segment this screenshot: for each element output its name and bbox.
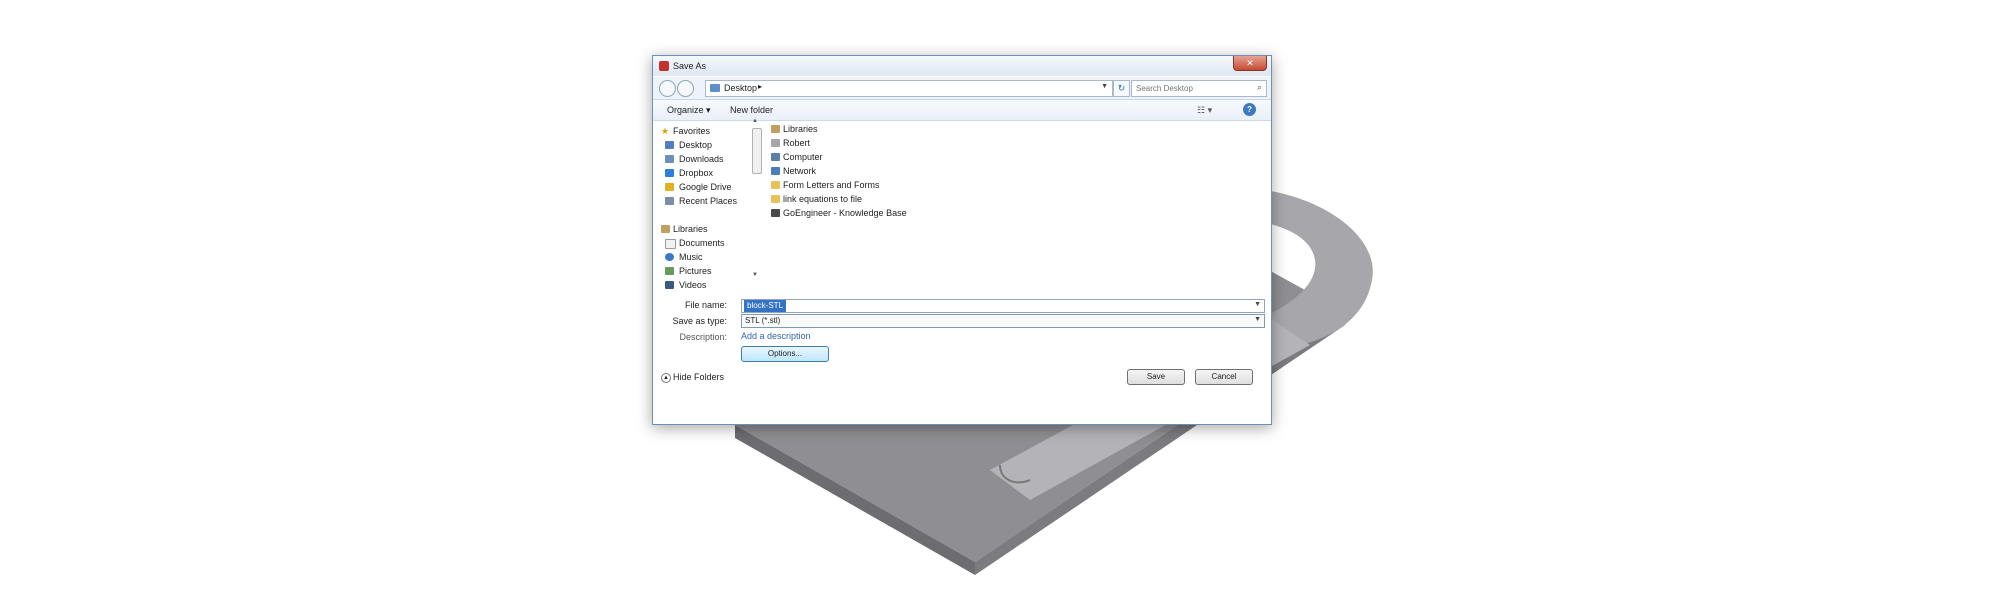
- list-item[interactable]: Network: [771, 166, 817, 176]
- scrollbar-thumb[interactable]: [752, 128, 762, 174]
- nav-item-label: Music: [679, 252, 703, 262]
- options-button[interactable]: Options...: [741, 346, 829, 362]
- scroll-up-arrow-icon[interactable]: ▲: [752, 118, 758, 124]
- hide-folders-label: Hide Folders: [673, 372, 725, 382]
- address-dropdown-icon[interactable]: ▼: [1101, 83, 1108, 90]
- solidworks-app-icon: [659, 61, 669, 71]
- list-item[interactable]: Robert: [771, 138, 811, 148]
- computer-icon: [771, 153, 780, 161]
- recent-places-icon: [665, 197, 674, 205]
- save-as-type-select[interactable]: STL (*.stl) ▼: [741, 314, 1265, 328]
- address-location[interactable]: Desktop: [724, 83, 757, 93]
- nav-item-label: Pictures: [679, 266, 712, 276]
- nav-scrollbar[interactable]: ▲ ▼: [751, 118, 762, 286]
- save-as-type-value: STL (*.stl): [745, 316, 781, 325]
- save-as-type-label: Save as type:: [672, 316, 727, 326]
- cancel-button[interactable]: Cancel: [1195, 369, 1253, 385]
- address-bar[interactable]: Desktop ▸ ▼: [705, 80, 1113, 97]
- libraries-icon: [771, 125, 780, 133]
- file-name-dropdown-icon[interactable]: ▼: [1254, 301, 1261, 308]
- list-item[interactable]: link equations to file: [771, 194, 863, 204]
- dropbox-icon: [665, 169, 674, 177]
- documents-icon: [665, 239, 676, 249]
- file-item-label: Computer: [783, 152, 823, 162]
- nav-item-music[interactable]: Music: [665, 252, 703, 262]
- scroll-down-arrow-icon[interactable]: ▼: [752, 272, 758, 278]
- desktop-icon: [665, 141, 674, 149]
- list-item[interactable]: Form Letters and Forms: [771, 180, 880, 190]
- nav-item-label: Desktop: [679, 140, 713, 150]
- breadcrumb-chevron-icon[interactable]: ▸: [758, 82, 762, 91]
- user-folder-icon: [771, 139, 780, 147]
- pictures-icon: [665, 267, 674, 275]
- file-item-label: Form Letters and Forms: [783, 180, 880, 190]
- nav-item-label: Documents: [679, 238, 725, 248]
- favorites-label: Favorites: [673, 126, 711, 136]
- star-icon: ★: [661, 126, 670, 136]
- nav-item-downloads[interactable]: Downloads: [665, 154, 724, 164]
- forward-button[interactable]: [677, 80, 694, 97]
- nav-item-dropbox[interactable]: Dropbox: [665, 168, 714, 178]
- nav-item-desktop[interactable]: Desktop: [665, 140, 713, 150]
- folder-icon: [771, 195, 780, 203]
- nav-item-label: Downloads: [679, 154, 724, 164]
- file-item-label: Libraries: [783, 124, 818, 134]
- dialog-title: Save As: [673, 61, 707, 71]
- close-button[interactable]: ✕: [1233, 56, 1267, 71]
- file-name-input[interactable]: block-STL ▼: [741, 299, 1265, 313]
- nav-item-label: Videos: [679, 280, 707, 290]
- save-as-type-dropdown-icon[interactable]: ▼: [1254, 316, 1261, 323]
- libraries-label: Libraries: [673, 224, 708, 234]
- nav-item-label: Recent Places: [679, 196, 738, 206]
- folder-icon: [771, 181, 780, 189]
- nav-item-videos[interactable]: Videos: [665, 280, 707, 290]
- nav-item-label: Dropbox: [679, 168, 714, 178]
- music-icon: [665, 253, 674, 261]
- collapse-arrow-icon: ▲: [661, 373, 671, 383]
- nav-item-documents[interactable]: Documents: [665, 238, 725, 249]
- file-name-label: File name:: [684, 300, 727, 310]
- save-as-dialog: Save As ✕ Desktop ▸ ▼ ↻ ⌕ Organize ▾ New…: [652, 55, 1272, 425]
- search-input[interactable]: [1134, 82, 1248, 94]
- file-list: Libraries Robert Computer Network Form L…: [767, 122, 1267, 286]
- views-button[interactable]: ☷ ▾: [1197, 105, 1212, 116]
- videos-icon: [665, 281, 674, 289]
- new-folder-button[interactable]: New folder: [730, 105, 773, 115]
- refresh-button[interactable]: ↻: [1113, 80, 1130, 97]
- file-item-label: link equations to file: [783, 194, 863, 204]
- list-item[interactable]: Computer: [771, 152, 823, 162]
- list-item[interactable]: Libraries: [771, 124, 818, 134]
- cad-curl-loop: [1262, 190, 1373, 345]
- list-item[interactable]: GoEngineer - Knowledge Base: [771, 208, 907, 218]
- nav-item-recent-places[interactable]: Recent Places: [665, 196, 738, 206]
- google-drive-icon: [665, 183, 674, 191]
- title-bar[interactable]: Save As ✕: [653, 56, 1271, 76]
- file-item-label: Robert: [783, 138, 811, 148]
- network-icon: [771, 167, 780, 175]
- organize-button[interactable]: Organize ▾: [667, 105, 711, 116]
- search-icon[interactable]: ⌕: [1257, 82, 1262, 93]
- command-toolbar: Organize ▾ New folder ☷ ▾ ?: [653, 100, 1271, 121]
- libraries-icon: [661, 225, 670, 233]
- description-label: Description:: [679, 332, 727, 342]
- file-item-label: GoEngineer - Knowledge Base: [783, 208, 907, 218]
- downloads-icon: [665, 155, 674, 163]
- desktop-folder-icon: [710, 84, 720, 92]
- goengineer-link-icon: [771, 209, 780, 217]
- file-name-value[interactable]: block-STL: [744, 300, 787, 312]
- save-button[interactable]: Save: [1127, 369, 1185, 385]
- nav-item-pictures[interactable]: Pictures: [665, 266, 712, 276]
- help-icon[interactable]: ?: [1243, 103, 1256, 116]
- nav-item-google-drive[interactable]: Google Drive: [665, 182, 732, 192]
- nav-item-label: Google Drive: [679, 182, 732, 192]
- search-box[interactable]: ⌕: [1131, 80, 1267, 97]
- add-description-link[interactable]: Add a description: [741, 331, 811, 341]
- back-button[interactable]: [659, 80, 676, 97]
- file-item-label: Network: [783, 166, 817, 176]
- address-row: Desktop ▸ ▼ ↻ ⌕: [653, 77, 1271, 100]
